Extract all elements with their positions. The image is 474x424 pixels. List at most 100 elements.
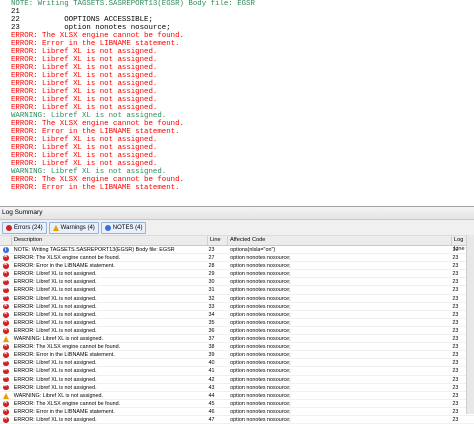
header-affected-code[interactable]: Affected Code: [228, 236, 452, 245]
log-line: ERROR: Libref XL is not assigned.: [11, 96, 158, 105]
row-line: 44: [208, 392, 215, 399]
row-description: ERROR: Libref XL is not assigned.: [13, 416, 97, 423]
warnings-filter-label: Warnings (4): [60, 224, 95, 231]
row-icon-cell: [0, 415, 12, 423]
info-icon: [3, 246, 9, 253]
table-row[interactable]: ERROR: The XLSX engine cannot be found. 3…: [0, 342, 474, 352]
log-output-pane[interactable]: NOTE: Writing TAGSETS.SASREPORT13(EGSR) …: [0, 0, 474, 205]
row-icon-cell: [0, 326, 12, 334]
table-row[interactable]: ERROR: Libref XL is not assigned. 29 optio…: [0, 269, 474, 279]
table-row[interactable]: ERROR: Libref XL is not assigned. 30 optio…: [0, 277, 474, 287]
table-row[interactable]: ERROR: Error in the LIBNAME statement. 46…: [0, 407, 474, 416]
header-line[interactable]: Line: [208, 236, 228, 245]
log-line: NOTE: Writing TAGSETS.SASREPORT13(EGSR) …: [11, 0, 255, 8]
table-row[interactable]: ERROR: Libref XL is not assigned. 34 optio…: [0, 310, 474, 319]
error-icon: [3, 342, 9, 350]
log-summary-panel: Log Summary Errors (24) Warnings (4) NOT…: [0, 206, 474, 424]
row-affected-code: option nonotes nosource;: [230, 287, 291, 294]
table-row[interactable]: ERROR: The XLSX engine cannot be found. 4…: [0, 399, 474, 408]
error-icon: [3, 269, 9, 278]
info-icon: [104, 224, 111, 231]
table-row[interactable]: ERROR: Libref XL is not assigned. 43 optio…: [0, 383, 474, 392]
row-affected-code: option nonotes nosource;: [230, 400, 291, 407]
log-line: ERROR: Libref XL is not assigned.: [11, 72, 158, 81]
table-row[interactable]: ERROR: Libref XL is not assigned. 31 optio…: [0, 286, 474, 295]
warnings-filter-button[interactable]: Warnings (4): [48, 221, 99, 234]
row-line: 45: [208, 400, 215, 407]
row-description: ERROR: The XLSX engine cannot be found.: [13, 344, 121, 351]
error-icon: [3, 358, 9, 367]
table-row[interactable]: ERROR: The XLSX engine cannot be found. 2…: [0, 253, 474, 263]
row-description: ERROR: Libref XL is not assigned.: [13, 287, 97, 294]
row-line: 37: [208, 336, 215, 343]
table-body: NOTE: Writing TAGSETS.SASREPORT13(EGSR) …: [0, 246, 474, 424]
row-affected-code: options(nlsla="on"): [230, 247, 276, 253]
table-row[interactable]: ERROR: Error in the LIBNAME statement. 39…: [0, 350, 474, 360]
row-line: 29: [208, 271, 215, 278]
error-icon: [3, 302, 9, 310]
row-affected-code: option nonotes nosource;: [230, 392, 291, 399]
row-affected-code: option nonotes nosource;: [230, 279, 291, 286]
table-row[interactable]: ERROR: Libref XL is not assigned. 36 optio…: [0, 326, 474, 336]
row-line: 39: [208, 352, 215, 359]
table-row[interactable]: ERROR: Libref XL is not assigned. 32 optio…: [0, 294, 474, 303]
table-row[interactable]: ERROR: Error in the LIBNAME statement. 28…: [0, 261, 474, 271]
table-row[interactable]: WARNING: Libref XL is not assigned. 37 opt…: [0, 335, 474, 344]
row-line: 33: [208, 303, 215, 310]
row-affected-code: option nonotes nosource;: [230, 271, 291, 278]
row-affected-code: option nonotes nosource;: [230, 311, 291, 318]
error-icon: [3, 326, 9, 334]
header-description[interactable]: Description: [12, 236, 208, 245]
row-description: ERROR: The XLSX engine cannot be found.: [13, 400, 121, 407]
row-description: ERROR: Libref XL is not assigned.: [13, 271, 97, 278]
log-line: ERROR: Libref XL is not assigned.: [11, 160, 158, 169]
errors-filter-label: Errors (24): [14, 224, 43, 231]
notes-filter-button[interactable]: NOTES (4): [100, 221, 147, 234]
table-row[interactable]: ERROR: Libref XL is not assigned. 35 optio…: [0, 318, 474, 327]
log-line: WARNING: Libref XL is not assigned.: [11, 112, 167, 121]
table-row[interactable]: ERROR: Libref XL is not assigned. 40 optio…: [0, 358, 474, 368]
row-log-line: 23: [452, 416, 459, 423]
row-line: 40: [208, 360, 215, 367]
log-line: ERROR: The XLSX engine cannot be found.: [11, 32, 184, 41]
log-line: ERROR: Libref XL is not assigned.: [11, 80, 158, 89]
log-line: ERROR: The XLSX engine cannot be found.: [11, 176, 184, 185]
table-row[interactable]: ERROR: Libref XL is not assigned. 42 optio…: [0, 375, 474, 384]
filter-bar: Errors (24) Warnings (4) NOTES (4): [0, 220, 474, 235]
log-line: 21: [11, 8, 20, 17]
table-row[interactable]: WARNING: Libref XL is not assigned. 44 opt…: [0, 391, 474, 400]
error-icon: [3, 253, 9, 261]
table-row[interactable]: ERROR: Libref XL is not assigned. 41 optio…: [0, 366, 474, 376]
row-description: ERROR: Libref XL is not assigned.: [13, 319, 97, 326]
row-affected-code: option nonotes nosource;: [230, 295, 291, 302]
error-icon: [3, 366, 9, 375]
error-icon: [3, 350, 9, 358]
header-icon-column[interactable]: [0, 236, 12, 245]
error-icon: [3, 407, 9, 415]
log-line: ERROR: Libref XL is not assigned.: [11, 48, 158, 57]
log-line: ERROR: Error in the LIBNAME statement.: [11, 40, 180, 49]
log-line: ERROR: Libref XL is not assigned.: [11, 152, 158, 161]
log-line: ERROR: Libref XL is not assigned.: [11, 56, 158, 65]
row-description: WARNING: Libref XL is not assigned.: [13, 336, 103, 343]
row-description: ERROR: Libref XL is not assigned.: [13, 295, 97, 302]
row-affected-code: option nonotes nosource;: [230, 376, 291, 383]
table-row[interactable]: NOTE: Writing TAGSETS.SASREPORT13(EGSR) …: [0, 246, 474, 255]
row-affected-code: option nonotes nosource;: [230, 336, 291, 343]
errors-filter-button[interactable]: Errors (24): [2, 221, 47, 234]
error-icon: [3, 383, 9, 391]
row-affected-code: option nonotes nosource;: [230, 368, 291, 375]
row-affected-code: option nonotes nosource;: [230, 263, 291, 270]
table-row[interactable]: ERROR: Libref XL is not assigned. 33 optio…: [0, 302, 474, 311]
error-icon: [6, 224, 12, 231]
log-line: ERROR: The XLSX engine cannot be found.: [11, 120, 184, 129]
vertical-scrollbar[interactable]: [466, 235, 474, 414]
row-description: ERROR: Libref XL is not assigned.: [13, 376, 97, 383]
row-line: 38: [208, 344, 215, 351]
error-icon: [3, 294, 9, 302]
error-icon: [3, 310, 9, 318]
error-icon: [3, 286, 9, 294]
row-line: 35: [208, 319, 215, 326]
table-row[interactable]: ERROR: Libref XL is not assigned. 47 optio…: [0, 415, 474, 424]
log-line: ERROR: Error in the LIBNAME statement.: [11, 184, 180, 193]
